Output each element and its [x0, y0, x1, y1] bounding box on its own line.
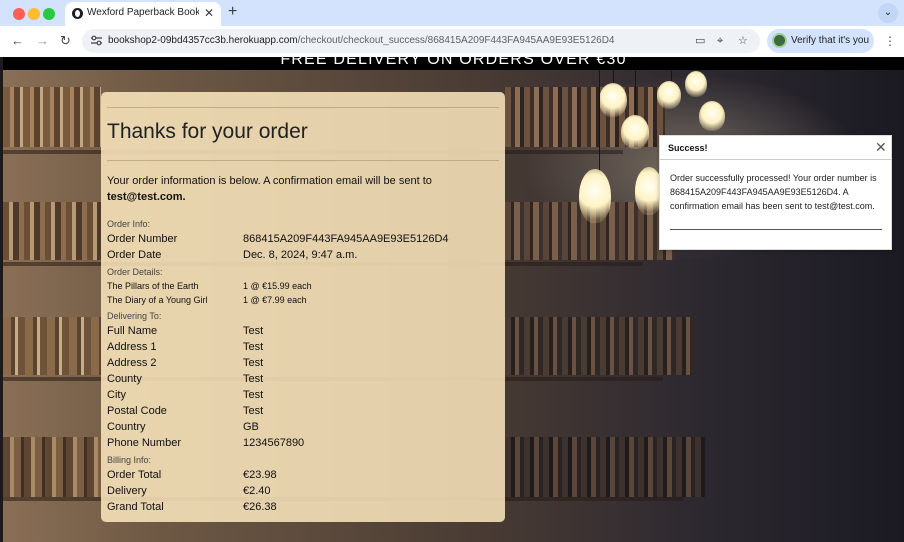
- county-label: County: [107, 373, 142, 385]
- site-info-icon[interactable]: [91, 35, 102, 46]
- bookshelf-row: [3, 87, 101, 147]
- toast-title: Success!: [668, 143, 708, 153]
- grand-total-label: Grand Total: [107, 501, 164, 513]
- browser-tab-strip: Wexford Paperback Bookshop ✕ + ⌄: [0, 0, 904, 26]
- verify-identity-button[interactable]: Verify that it's you: [767, 29, 874, 53]
- tab-search-button[interactable]: ⌄: [878, 3, 898, 23]
- window-minimize-button[interactable]: [28, 8, 40, 20]
- address1-value: Test: [243, 341, 264, 353]
- location-icon[interactable]: ⌖: [717, 34, 723, 48]
- reload-icon[interactable]: ↻: [60, 33, 71, 49]
- profile-avatar: [772, 33, 787, 48]
- address2-value: Test: [243, 357, 264, 369]
- address2-label: Address 2: [107, 357, 157, 369]
- lamp-wire: [599, 57, 600, 172]
- order-total-label: Order Total: [107, 469, 162, 481]
- phone-number-value: 1234567890: [243, 437, 305, 449]
- city-label: City: [107, 389, 126, 401]
- country-value: GB: [243, 421, 259, 433]
- card-icon[interactable]: ▭: [695, 34, 705, 48]
- hanging-bulb: [685, 71, 707, 97]
- postal-code-value: Test: [243, 405, 264, 417]
- hanging-bulb: [621, 115, 649, 149]
- section-order-info: Order Info:: [107, 219, 151, 229]
- divider: [660, 159, 891, 160]
- delivery-cost-value: €2.40: [243, 485, 271, 497]
- item-quantity: 1 @ €15.99 each: [243, 281, 312, 291]
- order-date-label: Order Date: [107, 249, 162, 261]
- close-icon[interactable]: ✕: [875, 139, 887, 155]
- url-host: bookshop2-09bd4357cc3b.herokuapp.com: [108, 35, 298, 46]
- county-value: Test: [243, 373, 264, 385]
- bookmark-star-icon[interactable]: ☆: [738, 34, 748, 48]
- phone-number-label: Phone Number: [107, 437, 181, 449]
- delivery-cost-label: Delivery: [107, 485, 147, 497]
- address-bar[interactable]: bookshop2-09bd4357cc3b.herokuapp.com/che…: [82, 29, 760, 53]
- order-total-value: €23.98: [243, 469, 277, 481]
- browser-toolbar: ← → ↻ bookshop2-09bd4357cc3b.herokuapp.c…: [0, 26, 904, 57]
- order-confirmation-card: Thanks for your order Your order informa…: [101, 92, 505, 522]
- forward-icon[interactable]: →: [36, 33, 49, 49]
- url-text[interactable]: bookshop2-09bd4357cc3b.herokuapp.com/che…: [108, 35, 614, 46]
- delivery-banner-text: FREE DELIVERY ON ORDERS OVER €30: [280, 57, 627, 68]
- item-title: The Diary of a Young Girl: [107, 295, 208, 305]
- page-title: Thanks for your order: [107, 120, 308, 143]
- section-order-details: Order Details:: [107, 267, 163, 277]
- url-path: /checkout/checkout_success/868415A209F44…: [297, 35, 615, 46]
- section-delivering-to: Delivering To:: [107, 311, 162, 321]
- hanging-bulb: [599, 83, 627, 117]
- order-intro: Your order information is below. A confi…: [107, 173, 487, 205]
- section-billing-info: Billing Info:: [107, 455, 152, 465]
- window-zoom-button[interactable]: [43, 8, 55, 20]
- success-toast: Success! ✕ Order successfully processed!…: [659, 135, 892, 250]
- bookshelf-row: [3, 437, 101, 497]
- divider: [670, 229, 882, 230]
- intro-period: .: [182, 191, 186, 203]
- divider: [107, 160, 499, 161]
- intro-email: test@test.com: [107, 191, 183, 203]
- bookshelf-row: [3, 317, 101, 375]
- bookshelf-row: [505, 317, 695, 375]
- item-title: The Pillars of the Earth: [107, 281, 199, 291]
- address1-label: Address 1: [107, 341, 157, 353]
- window-close-button[interactable]: [13, 8, 25, 20]
- back-icon[interactable]: ←: [11, 33, 24, 49]
- hanging-bulb: [657, 81, 681, 109]
- hanging-bulb: [699, 101, 725, 131]
- hanging-bulb: [579, 169, 611, 223]
- delivery-banner: FREE DELIVERY ON ORDERS OVER €30: [3, 57, 904, 70]
- order-number-label: Order Number: [107, 233, 178, 245]
- full-name-value: Test: [243, 325, 264, 337]
- grand-total-value: €26.38: [243, 501, 277, 513]
- divider: [107, 107, 499, 108]
- bookshelf-row: [505, 437, 705, 497]
- item-quantity: 1 @ €7.99 each: [243, 295, 307, 305]
- full-name-label: Full Name: [107, 325, 158, 337]
- browser-menu-icon[interactable]: ⋮: [884, 34, 896, 48]
- site-favicon-icon: [72, 8, 83, 19]
- tab-title: Wexford Paperback Bookshop: [87, 7, 199, 18]
- page-viewport: FREE DELIVERY ON ORDERS OVER €30 Thanks …: [3, 57, 904, 542]
- verify-label: Verify that it's you: [791, 35, 870, 46]
- new-tab-button[interactable]: +: [228, 3, 237, 21]
- postal-code-label: Postal Code: [107, 405, 167, 417]
- city-value: Test: [243, 389, 264, 401]
- tab-close-icon[interactable]: ✕: [204, 6, 214, 20]
- country-label: Country: [107, 421, 146, 433]
- bookshelf-row: [3, 202, 101, 260]
- order-date-value: Dec. 8, 2024, 9:47 a.m.: [243, 249, 358, 261]
- toast-message: Order successfully processed! Your order…: [670, 173, 877, 211]
- order-number-value: 868415A209F443FA945AA9E93E5126D4: [243, 233, 449, 245]
- intro-text: Your order information is below. A confi…: [107, 175, 432, 187]
- browser-tab-active[interactable]: Wexford Paperback Bookshop ✕: [65, 2, 221, 26]
